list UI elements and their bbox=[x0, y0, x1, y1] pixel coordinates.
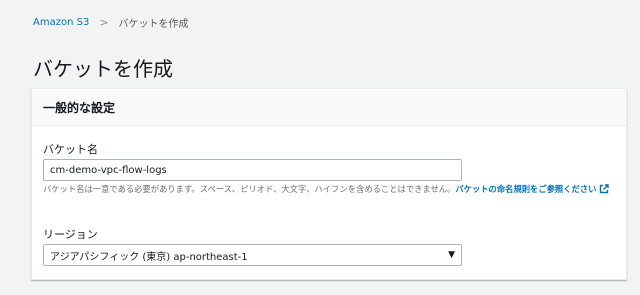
region-select[interactable]: アジアパシフィック (東京) ap-northeast-1 ▼ bbox=[43, 244, 462, 266]
bucket-name-input[interactable] bbox=[43, 159, 462, 181]
panel-header: 一般的な設定 bbox=[32, 89, 626, 126]
breadcrumb-current: バケットを作成 bbox=[118, 19, 189, 30]
caret-down-icon: ▼ bbox=[448, 250, 455, 260]
external-link-icon[interactable] bbox=[599, 184, 610, 194]
page-title: バケットを作成 bbox=[33, 57, 173, 81]
breadcrumb-separator-icon: > bbox=[99, 16, 109, 29]
bucket-name-hint: バケット名は一意である必要があります。スペース、ピリオド、大文字、ハイフンを含め… bbox=[43, 183, 613, 195]
general-settings-panel: 一般的な設定 バケット名 バケット名は一意である必要があります。スペース、ピリオ… bbox=[31, 88, 627, 280]
breadcrumb-amazon-s3-link[interactable]: Amazon S3 bbox=[33, 17, 89, 28]
region-label: リージョン bbox=[43, 228, 98, 241]
bucket-name-hint-text: バケット名は一意である必要があります。スペース、ピリオド、大文字、ハイフンを含め… bbox=[43, 184, 456, 194]
breadcrumb: Amazon S3 > バケットを作成 bbox=[33, 15, 189, 30]
naming-rules-link[interactable]: バケットの命名規則をご参照ください bbox=[455, 184, 596, 194]
region-selected-value: アジアパシフィック (東京) ap-northeast-1 bbox=[50, 251, 248, 263]
bucket-name-label: バケット名 bbox=[43, 143, 98, 156]
